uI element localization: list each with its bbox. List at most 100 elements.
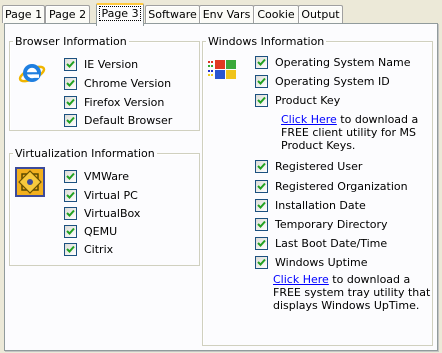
- browser-item-firefox-version[interactable]: Firefox Version: [64, 94, 164, 110]
- checkmark-icon: [257, 220, 266, 228]
- win-item-os-id[interactable]: Operating System ID: [255, 73, 390, 89]
- uptime-download-link[interactable]: Click Here: [273, 273, 329, 286]
- qemu-checkbox[interactable]: [64, 224, 77, 238]
- tab-page-1[interactable]: Page 1: [2, 5, 45, 23]
- firefox-version-checkbox[interactable]: [64, 95, 77, 109]
- checkmark-icon: [66, 116, 75, 124]
- installation-date-checkbox[interactable]: [255, 198, 268, 212]
- checkmark-icon: [257, 239, 266, 247]
- tab-page-panel: Browser Information IE Version Chrome Ve…: [4, 23, 438, 351]
- checkmark-icon: [257, 77, 266, 85]
- vmware-logo-icon: [15, 167, 45, 197]
- checkbox-label: Product Key: [275, 93, 341, 107]
- ie-logo-icon: [18, 64, 46, 83]
- win-item-installation-date[interactable]: Installation Date: [255, 197, 366, 213]
- checkbox-label: Firefox Version: [84, 95, 165, 109]
- virtualbox-checkbox[interactable]: [64, 206, 77, 220]
- windows-uptime-checkbox[interactable]: [255, 255, 268, 269]
- checkbox-label: Virtual PC: [84, 188, 138, 202]
- checkmark-icon: [257, 201, 266, 209]
- virtualization-info-legend: Virtualization Information: [15, 147, 155, 160]
- product-key-checkbox[interactable]: [255, 93, 268, 107]
- win-item-registered-user[interactable]: Registered User: [255, 158, 362, 174]
- checkmark-icon: [66, 79, 75, 87]
- registered-user-checkbox[interactable]: [255, 159, 268, 173]
- note-text: to download a: [328, 273, 411, 286]
- checkbox-label: Chrome Version: [84, 76, 172, 90]
- tab-output[interactable]: Output: [298, 5, 343, 23]
- tab-page-3[interactable]: Page 3: [96, 3, 144, 26]
- uptime-note: Click Here to download a FREE system tra…: [273, 273, 430, 312]
- win-item-temp-directory[interactable]: Temporary Directory: [255, 216, 388, 232]
- checkbox-label: Operating System ID: [275, 74, 390, 88]
- temp-directory-checkbox[interactable]: [255, 217, 268, 231]
- checkbox-label: Windows Uptime: [275, 255, 368, 269]
- tab-software[interactable]: Software: [145, 5, 200, 23]
- checkbox-label: Default Browser: [84, 113, 173, 127]
- checkmark-icon: [66, 209, 75, 217]
- chrome-version-checkbox[interactable]: [64, 76, 77, 90]
- virt-item-vmware[interactable]: VMWare: [64, 168, 129, 184]
- checkbox-label: VMWare: [84, 169, 129, 183]
- browser-info-legend: Browser Information: [15, 35, 127, 48]
- note-text: FREE system tray utility that: [273, 286, 431, 299]
- virt-item-virtual-pc[interactable]: Virtual PC: [64, 187, 138, 203]
- tab-label: Output: [301, 8, 340, 21]
- tab-label: Page 1: [4, 8, 43, 21]
- tab-label: Page 2: [48, 8, 87, 21]
- tab-label: Env Vars: [202, 8, 251, 21]
- checkmark-icon: [257, 162, 266, 170]
- checkbox-label: Operating System Name: [275, 55, 411, 69]
- checkbox-label: QEMU: [84, 224, 118, 238]
- checkmark-icon: [66, 98, 75, 106]
- browser-item-chrome-version[interactable]: Chrome Version: [64, 75, 171, 91]
- tab-env-vars[interactable]: Env Vars: [199, 5, 254, 23]
- browser-item-ie-version[interactable]: IE Version: [64, 56, 138, 72]
- checkbox-label: Registered Organization: [275, 179, 408, 193]
- checkmark-icon: [66, 191, 75, 199]
- checkbox-label: VirtualBox: [84, 206, 141, 220]
- checkbox-label: Last Boot Date/Time: [275, 236, 388, 250]
- product-key-note: Click Here to download a FREE client uti…: [281, 113, 418, 152]
- virt-item-virtualbox[interactable]: VirtualBox: [64, 205, 140, 221]
- note-text: to download a: [336, 113, 419, 126]
- win-item-product-key[interactable]: Product Key: [255, 92, 340, 108]
- checkbox-label: Citrix: [84, 242, 114, 256]
- os-id-checkbox[interactable]: [255, 74, 268, 88]
- citrix-checkbox[interactable]: [64, 242, 77, 256]
- virtual-pc-checkbox[interactable]: [64, 188, 77, 202]
- win-item-os-name[interactable]: Operating System Name: [255, 54, 410, 70]
- note-text: FREE client utility for MS: [281, 126, 416, 139]
- checkbox-label: Temporary Directory: [275, 217, 388, 231]
- checkmark-icon: [257, 58, 266, 66]
- note-text: displays Windows UpTime.: [273, 299, 420, 312]
- win-item-windows-uptime[interactable]: Windows Uptime: [255, 254, 368, 270]
- tab-cookie[interactable]: Cookie: [253, 5, 299, 23]
- browser-item-default-browser[interactable]: Default Browser: [64, 112, 172, 128]
- checkmark-icon: [66, 245, 75, 253]
- checkmark-icon: [257, 96, 266, 104]
- win-item-last-boot[interactable]: Last Boot Date/Time: [255, 235, 387, 251]
- product-key-download-link[interactable]: Click Here: [281, 113, 337, 126]
- default-browser-checkbox[interactable]: [64, 113, 77, 127]
- vmware-checkbox[interactable]: [64, 169, 77, 183]
- registered-org-checkbox[interactable]: [255, 179, 268, 193]
- win-item-registered-org[interactable]: Registered Organization: [255, 178, 408, 194]
- last-boot-checkbox[interactable]: [255, 236, 268, 250]
- windows-logo-icon: [208, 60, 236, 79]
- virt-item-citrix[interactable]: Citrix: [64, 241, 113, 257]
- ie-version-checkbox[interactable]: [64, 57, 77, 71]
- checkbox-label: Registered User: [275, 159, 363, 173]
- tab-label: Software: [148, 8, 197, 21]
- virt-item-qemu[interactable]: QEMU: [64, 223, 117, 239]
- os-name-checkbox[interactable]: [255, 55, 268, 69]
- checkmark-icon: [257, 258, 266, 266]
- tab-label: Page 3: [99, 6, 141, 21]
- tab-label: Cookie: [257, 8, 295, 21]
- tab-page-2[interactable]: Page 2: [45, 5, 90, 23]
- checkbox-label: IE Version: [84, 57, 139, 71]
- checkmark-icon: [257, 182, 266, 190]
- note-text: Product Keys.: [281, 139, 356, 152]
- windows-info-legend: Windows Information: [208, 35, 325, 48]
- checkbox-label: Installation Date: [275, 198, 366, 212]
